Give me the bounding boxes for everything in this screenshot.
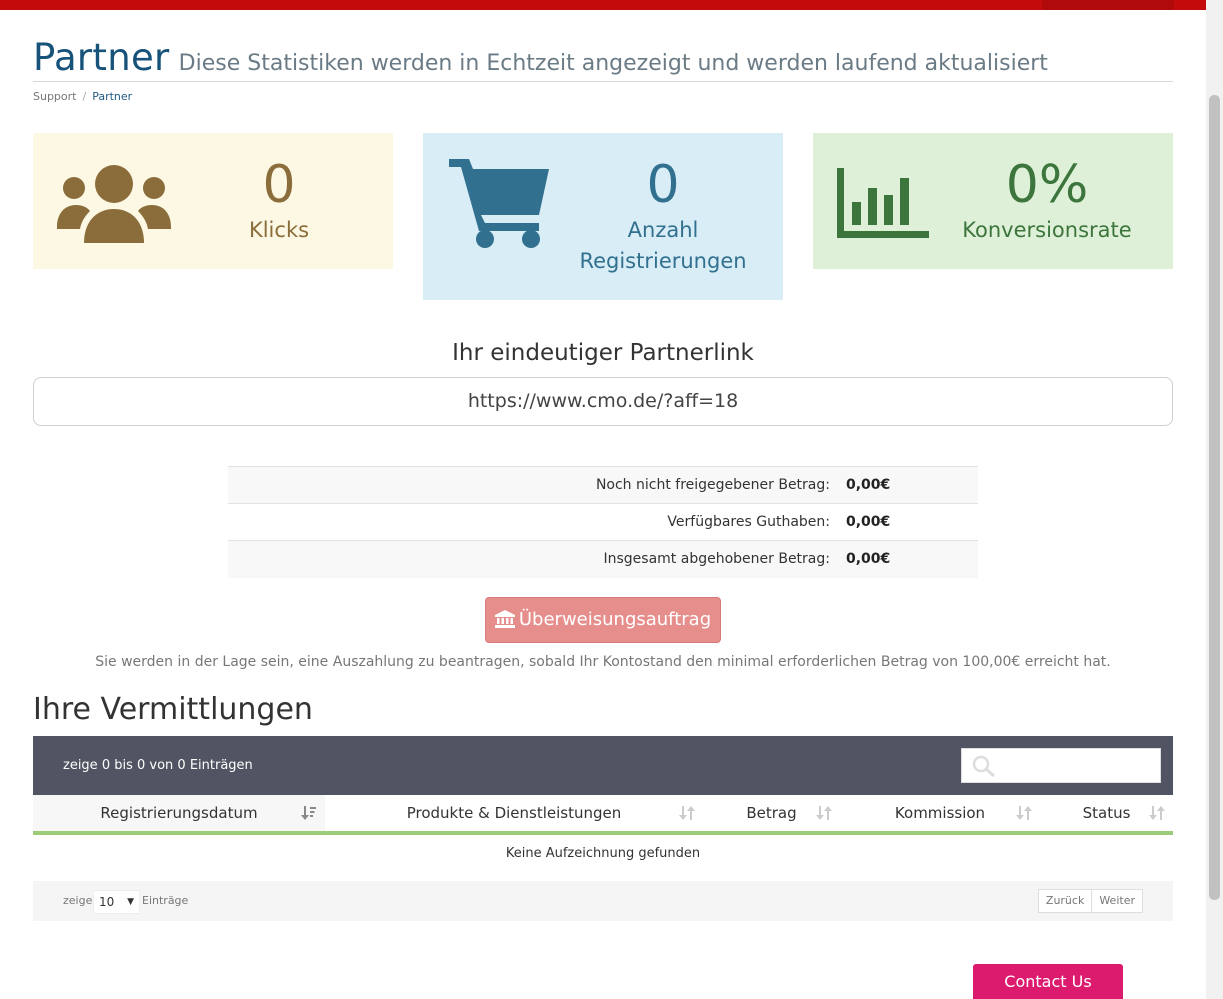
referrals-table-footer: zeige 10 ▼ Einträge Zurück Weiter bbox=[33, 881, 1173, 921]
bank-icon bbox=[494, 610, 515, 628]
balance-label: Insgesamt abgehobener Betrag: bbox=[228, 540, 846, 578]
column-header-registration-date[interactable]: Registrierungsdatum bbox=[33, 795, 325, 835]
empty-table-message: Keine Aufzeichnung gefunden bbox=[505, 846, 701, 861]
conversion-label: Konversionsrate bbox=[962, 218, 1132, 242]
breadcrumb-item-partner: Partner bbox=[92, 90, 133, 103]
column-header-status[interactable]: Status bbox=[1040, 795, 1173, 835]
balance-row-withdrawn: Insgesamt abgehobener Betrag: 0,00€ bbox=[228, 540, 978, 578]
page-subtitle: Diese Statistiken werden in Echtzeit ang… bbox=[178, 51, 1048, 76]
referrals-title: Ihre Vermittlungen bbox=[33, 692, 313, 727]
breadcrumb-item-support[interactable]: Support bbox=[33, 90, 76, 103]
balance-value: 0,00€ bbox=[846, 503, 978, 541]
scrollbar[interactable] bbox=[1206, 0, 1223, 999]
scrollbar-thumb[interactable] bbox=[1209, 95, 1220, 900]
users-icon bbox=[57, 165, 171, 243]
balance-row-available: Verfügbares Guthaben: 0,00€ bbox=[228, 503, 978, 541]
balance-label: Verfügbares Guthaben: bbox=[228, 503, 846, 541]
column-label: Status bbox=[1082, 804, 1131, 822]
stat-klicks: 0 Klicks bbox=[33, 133, 393, 269]
next-page-button[interactable]: Weiter bbox=[1091, 890, 1142, 912]
page-size-value: 10 bbox=[99, 895, 115, 909]
search-icon bbox=[972, 755, 995, 777]
transfer-request-label: Überweisungsauftrag bbox=[518, 609, 712, 630]
sort-icon bbox=[1149, 806, 1165, 820]
top-bar-segment bbox=[1042, 0, 1174, 10]
entries-info: zeige 0 bis 0 von 0 Einträgen bbox=[63, 758, 253, 773]
page-header: Partner Diese Statistiken werden in Echt… bbox=[33, 36, 1173, 82]
entries-label: Einträge bbox=[142, 894, 189, 907]
stat-registrations: 0 Anzahl Registrierungen bbox=[423, 133, 783, 300]
balance-value: 0,00€ bbox=[846, 540, 978, 578]
sort-icon bbox=[1016, 806, 1032, 820]
column-label: Produkte & Dienstleistungen bbox=[406, 804, 622, 822]
sort-desc-icon bbox=[301, 806, 316, 820]
search-input[interactable] bbox=[961, 748, 1161, 783]
stat-conversion: 0% Konversionsrate bbox=[813, 133, 1173, 269]
column-header-amount[interactable]: Betrag bbox=[703, 795, 840, 835]
payout-note: Sie werden in der Lage sein, eine Auszah… bbox=[95, 654, 1111, 670]
caret-down-icon: ▼ bbox=[127, 897, 134, 907]
breadcrumb: Support / Partner bbox=[33, 90, 132, 103]
referrals-table-toolbar: zeige 0 bis 0 von 0 Einträgen bbox=[33, 736, 1173, 795]
transfer-request-button[interactable]: Überweisungsauftrag bbox=[485, 597, 721, 643]
breadcrumb-separator: / bbox=[82, 90, 87, 103]
column-label: Kommission bbox=[894, 804, 986, 822]
balance-value: 0,00€ bbox=[846, 466, 978, 504]
sort-icon bbox=[816, 806, 832, 820]
show-label: zeige bbox=[63, 894, 93, 907]
klicks-value: 0 bbox=[262, 155, 296, 215]
pagination: Zurück Weiter bbox=[1037, 889, 1143, 913]
balance-table: Noch nicht freigegebener Betrag: 0,00€ V… bbox=[228, 466, 978, 578]
sort-icon bbox=[679, 806, 695, 820]
referrals-table-header: Registrierungsdatum Produkte & Dienstlei… bbox=[33, 795, 1173, 835]
affiliate-link-title: Ihr eindeutiger Partnerlink bbox=[452, 340, 754, 366]
registrations-value: 0 bbox=[646, 155, 680, 215]
column-header-commission[interactable]: Kommission bbox=[840, 795, 1040, 835]
contact-us-button[interactable]: Contact Us bbox=[973, 964, 1123, 999]
column-header-products[interactable]: Produkte & Dienstleistungen bbox=[325, 795, 703, 835]
column-label: Registrierungsdatum bbox=[100, 804, 258, 822]
top-bar bbox=[0, 0, 1206, 10]
registrations-label-line2: Registrierungen bbox=[579, 249, 747, 273]
affiliate-link-field[interactable]: https://www.cmo.de/?aff=18 bbox=[33, 377, 1173, 426]
column-label: Betrag bbox=[746, 804, 797, 822]
balance-row-pending: Noch nicht freigegebener Betrag: 0,00€ bbox=[228, 466, 978, 504]
page-size-select[interactable]: 10 ▼ bbox=[93, 890, 140, 914]
balance-label: Noch nicht freigegebener Betrag: bbox=[228, 466, 846, 504]
conversion-value: 0% bbox=[1005, 155, 1089, 215]
bar-chart-icon bbox=[837, 168, 929, 238]
shopping-cart-icon bbox=[449, 159, 549, 248]
registrations-label-line1: Anzahl bbox=[627, 218, 699, 242]
klicks-label: Klicks bbox=[248, 218, 310, 242]
previous-page-button[interactable]: Zurück bbox=[1039, 890, 1091, 912]
page-title: Partner bbox=[33, 36, 170, 79]
